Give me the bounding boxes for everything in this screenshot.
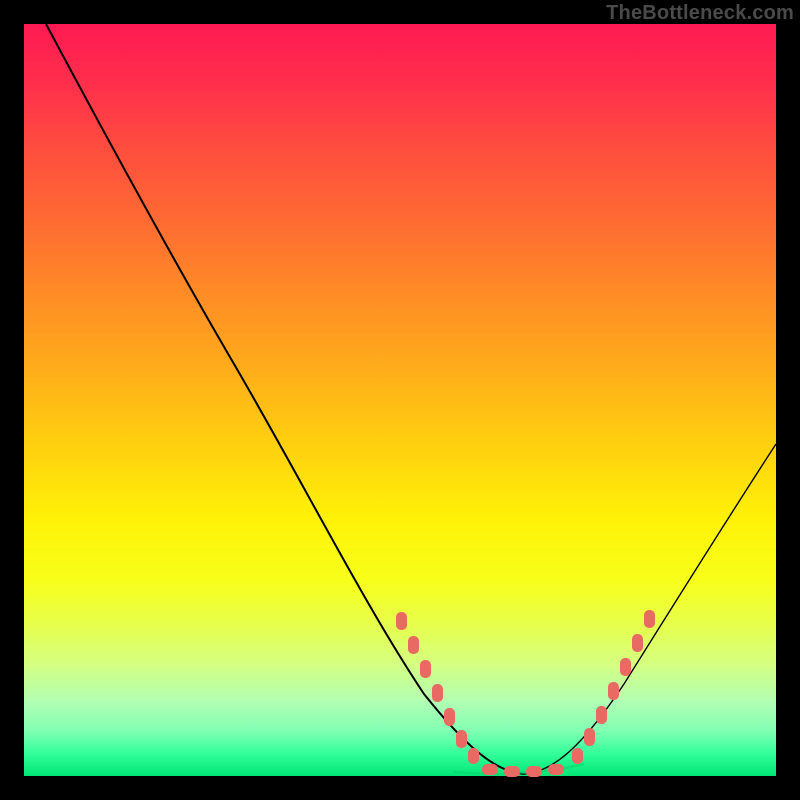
chart-frame: TheBottleneck.com [0,0,800,800]
sample-dots-right [572,610,655,764]
watermark-text: TheBottleneck.com [606,2,794,25]
chart-svg [24,24,776,776]
sample-dots-left [396,612,479,764]
sample-dots-bottom [482,764,564,777]
bottleneck-curve-left [46,24,524,774]
bottleneck-curve-right [524,444,776,774]
